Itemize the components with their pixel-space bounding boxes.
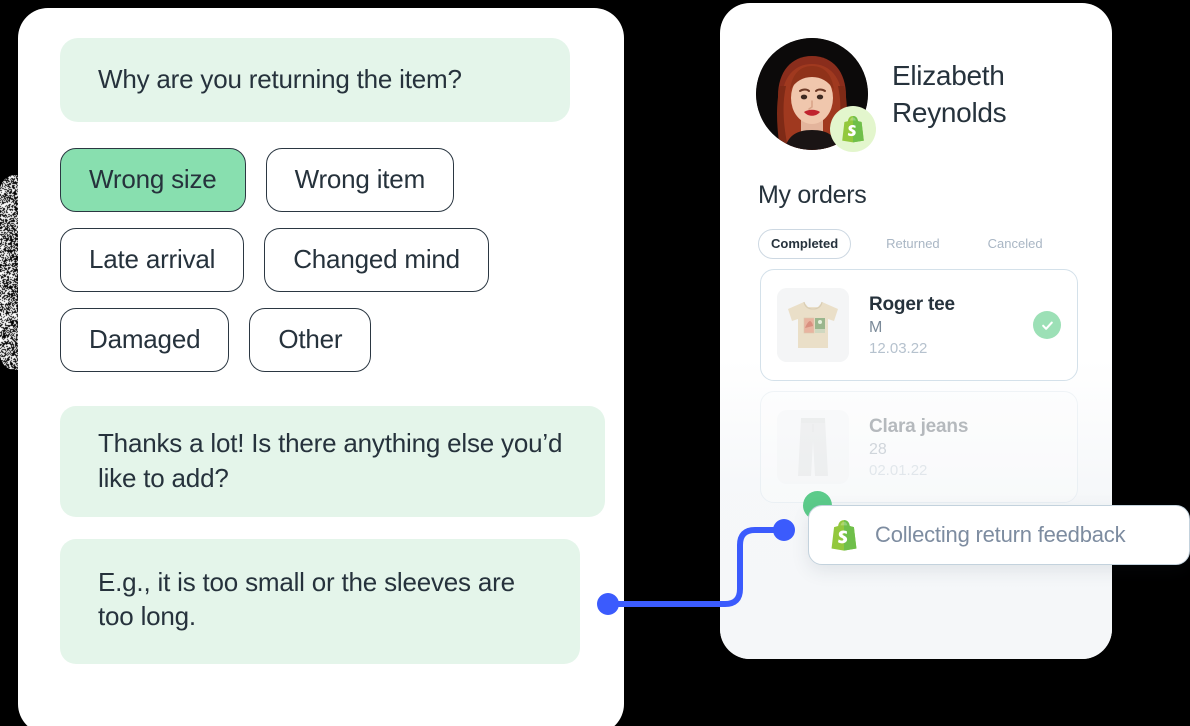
order-name: Clara jeans [869, 415, 969, 437]
reason-chip-wrong-item[interactable]: Wrong item [265, 148, 455, 213]
reason-chip-changed-mind[interactable]: Changed mind [264, 228, 489, 293]
reason-chip-other[interactable]: Other [249, 308, 372, 373]
reason-chip-wrong-size[interactable]: Wrong size [60, 148, 246, 213]
reason-chip-late-arrival[interactable]: Late arrival [60, 228, 245, 293]
order-size: M [869, 318, 883, 336]
tshirt-thumbnail [777, 288, 849, 362]
return-reason-options: Wrong size Wrong item Late arrival Chang… [60, 148, 590, 373]
screenshot-stage: Why are you returning the item? Wrong si… [0, 0, 1190, 726]
callout-label: Collecting return feedback [875, 522, 1126, 547]
tab-completed[interactable]: Completed [758, 229, 852, 259]
shopify-bag-icon [829, 519, 859, 551]
reason-chip-damaged[interactable]: Damaged [60, 308, 230, 373]
order-size: 28 [869, 440, 887, 458]
chat-panel: Why are you returning the item? Wrong si… [18, 8, 624, 726]
chat-thread: Why are you returning the item? Wrong si… [60, 38, 605, 664]
chat-example-bubble: E.g., it is too small or the sleeves are… [60, 538, 580, 664]
order-details: Clara jeans 28 02.01.22 [869, 416, 1061, 479]
table-row[interactable]: Clara jeans 28 02.01.22 [760, 391, 1078, 503]
shopify-bag-icon [830, 106, 876, 152]
tab-canceled[interactable]: Canceled [975, 229, 1056, 259]
chat-followup-bubble: Thanks a lot! Is there anything else you… [60, 406, 605, 517]
tab-returned[interactable]: Returned [873, 229, 952, 259]
avatar [756, 38, 876, 152]
jeans-thumbnail [777, 410, 849, 484]
order-name: Roger tee [869, 293, 955, 315]
chat-question-bubble: Why are you returning the item? [60, 38, 570, 123]
orders-tabs: Completed Returned Canceled [758, 229, 1056, 259]
table-row[interactable]: Roger tee M 12.03.22 [760, 269, 1078, 381]
profile-name: Elizabeth Reynolds [892, 59, 1007, 128]
profile-header: Elizabeth Reynolds [756, 38, 1007, 152]
order-date: 12.03.22 [869, 339, 928, 357]
status-callout[interactable]: Collecting return feedback [808, 505, 1190, 565]
page-title: My orders [758, 181, 867, 209]
order-details: Roger tee M 12.03.22 [869, 294, 1033, 357]
order-date: 02.01.22 [869, 461, 928, 479]
check-circle-icon [1033, 311, 1061, 339]
